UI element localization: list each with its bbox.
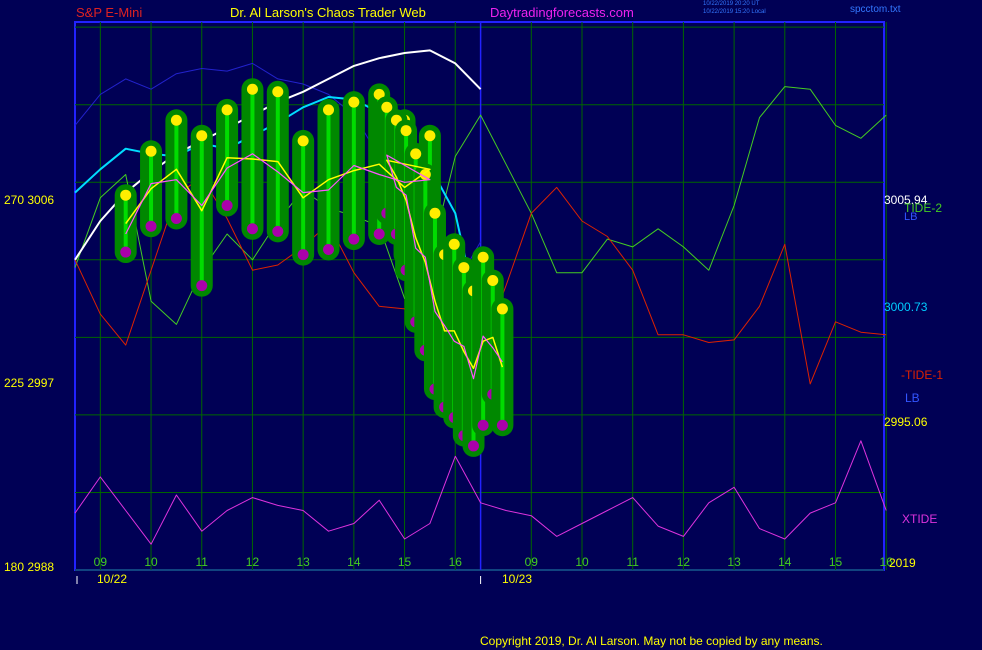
hour-label: 16: [449, 555, 463, 569]
price-bar-high-dot: [246, 83, 258, 95]
price-bar-low-dot: [246, 223, 258, 235]
hour-label: 09: [94, 555, 108, 569]
price-bar-low-dot: [221, 200, 233, 212]
price-bar-pm-high-dot: [448, 238, 460, 250]
price-bar-low-dot: [170, 212, 182, 224]
price-label-3: 2995.06: [884, 415, 928, 429]
price-bar-low-dot: [272, 225, 284, 237]
price-chart: 09 10 11 12 13 14 15 16 09 10 11 12 13 14 15 16: [74, 21, 893, 584]
instrument-title: S&P E-Mini: [76, 5, 143, 20]
price-bar-high-dot: [196, 130, 208, 142]
price-bar-pm-low-dot: [468, 440, 480, 452]
timestamp-ut: 10/22/2019 20:20 UT: [703, 1, 760, 7]
price-bar-high-dot: [424, 130, 436, 142]
price-bar-pm-low-dot: [496, 419, 508, 431]
price-bar-high-dot: [348, 96, 360, 108]
hour-label: 11: [626, 555, 639, 569]
hour-label: 12: [677, 555, 691, 569]
price-bar-low-dot: [145, 220, 157, 232]
hour-label: 10: [575, 555, 589, 569]
price-bar-pm-high-dot: [400, 125, 412, 137]
data-file-name: spcctom.txt: [850, 4, 901, 15]
hour-label: 09: [525, 555, 539, 569]
price-bar-high-dot: [221, 104, 233, 116]
hour-label: 13: [296, 555, 310, 569]
price-bar-low-dot: [297, 249, 309, 261]
hour-label: 10: [144, 555, 158, 569]
price-bar-low-dot: [196, 280, 208, 292]
price-bar-low-dot: [373, 228, 385, 240]
price-bar-high-dot: [170, 114, 182, 126]
price-label-2: 3000.73: [884, 300, 928, 314]
price-bar-high-dot: [297, 135, 309, 147]
date-label-1023: 10/23: [502, 572, 533, 586]
price-bar-low-dot: [348, 233, 360, 245]
lb-label: LB: [905, 391, 920, 405]
price-bar-pm-high-dot: [458, 262, 470, 274]
price-bar-high-dot: [323, 104, 334, 116]
price-bar-low-dot: [323, 243, 334, 255]
price-bar-pm-high-dot: [496, 303, 508, 315]
price-bar-high-dot: [145, 145, 157, 157]
y-tick-3006: 270 3006: [4, 193, 55, 207]
hour-label: 15: [398, 555, 412, 569]
price-bar-pm-high-dot: [477, 251, 489, 263]
hour-label: 15: [829, 555, 843, 569]
y-tick-2997: 225 2997: [4, 376, 55, 390]
site-title: Dr. Al Larson's Chaos Trader Web: [230, 5, 426, 20]
xtide-label: XTIDE: [902, 512, 938, 526]
price-bar-pm-high-dot: [410, 148, 422, 160]
hour-label: 11: [196, 555, 209, 569]
y-tick-2988: 180 2988: [4, 560, 55, 574]
price-bar-pm-high-dot: [429, 207, 441, 219]
date-label-1022: 10/22: [97, 572, 128, 586]
site-url[interactable]: Daytradingforecasts.com: [490, 5, 634, 20]
hour-label: 13: [727, 555, 741, 569]
year-label: 2019: [889, 556, 916, 570]
hour-label: 14: [347, 555, 361, 569]
price-bar-pm-low-dot: [477, 419, 489, 431]
hour-label: 12: [246, 555, 260, 569]
tide1-label: -TIDE-1: [901, 368, 943, 382]
price-bar-pm-high-dot: [487, 274, 499, 286]
price-bar-high-dot: [120, 189, 132, 201]
lb-top-label: LB: [904, 211, 918, 223]
price-bar-low-dot: [120, 246, 132, 258]
price-bar-high-dot: [272, 86, 284, 98]
hour-label: 14: [778, 555, 792, 569]
copyright-notice: Copyright 2019, Dr. Al Larson. May not b…: [480, 634, 823, 648]
timestamp-local: 10/22/2019 15:20 Local: [703, 9, 766, 15]
